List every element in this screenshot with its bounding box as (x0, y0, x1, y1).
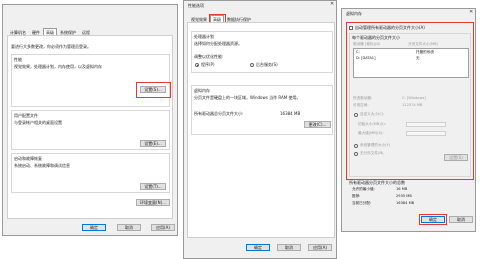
per-drive-group: 每个驱动器的分页文件大小 驱动器 [卷标](D) 分页文件大小(MB) C: 托… (349, 33, 471, 177)
ok-button[interactable]: 确定 (82, 224, 106, 231)
adjust-label: 调整以优化性能: (194, 54, 224, 59)
performance-group: 性能 视觉效果，处理器计划，内存使用，以及虚拟内存 设置(S)... (11, 54, 171, 107)
selected-drive-label: 所选驱动器: (353, 96, 373, 100)
virtual-memory-desc: 分页文件是硬盘上的一块区域，Windows 当作 RAM 使用。 (194, 95, 301, 100)
ok-button[interactable]: 确定 (246, 244, 270, 251)
drive-row-c[interactable]: C: (356, 50, 360, 55)
cancel-button[interactable]: 取消 (449, 216, 473, 223)
startup-recovery-title: 启动和故障恢复 (14, 156, 42, 161)
performance-title: 性能 (14, 57, 22, 62)
custom-size-label: 自定义大小(C): (360, 112, 385, 116)
performance-options-dialog: 性能选项 ✕ 视觉效果 高级 数据执行保护 处理器计划 选择如何分配处理器资源。… (183, 0, 337, 259)
free-space-label: 可用空间: (353, 103, 369, 107)
performance-options-title: 性能选项 (188, 3, 204, 8)
performance-settings-button[interactable]: 设置(S)... (140, 86, 166, 93)
change-button[interactable]: 更改(C)... (304, 121, 331, 128)
min-allowed-value: 16 MB (396, 187, 408, 191)
size-column-header: 分页文件大小(MB) (408, 42, 438, 46)
system-managed-radio[interactable] (354, 144, 358, 148)
totals-title: 所有驱动器分页文件大小的总数 (349, 180, 405, 185)
apply-button[interactable]: 应用(A) (308, 244, 332, 251)
drive-list[interactable]: C: 托管的系统 D: [DATA1] 无 (353, 48, 469, 78)
drive-row-d-size: 无 (416, 56, 420, 60)
user-profiles-group: 用户配置文件 与登录帐户相关的桌面设置 设置(E)... (11, 110, 170, 150)
recommended-value: 2935 MB (396, 194, 412, 198)
drive-row-c-size: 托管的系统 (416, 50, 434, 54)
free-space-value: 112574 MB (402, 103, 423, 107)
apply-button[interactable]: 应用(A) (151, 224, 175, 231)
programs-label: 程序(P) (201, 62, 215, 67)
environment-variables-button[interactable]: 环境变量(N)... (136, 199, 170, 206)
virtual-memory-title: 虚拟内存 (194, 88, 210, 93)
recommended-label: 推荐: (352, 194, 361, 198)
processor-scheduling-group: 处理器计划 选择如何分配处理器资源。 调整以优化性能: 程序(P) 后台服务(S… (191, 31, 333, 73)
advanced-pane: 要进行大多数更改，你必须作为管理员登录。 性能 视觉效果，处理器计划，内存使用，… (7, 35, 173, 219)
initial-size-label: 初始大小(MB)(I): (358, 122, 386, 126)
no-paging-label: 无分页文件(N) (360, 151, 384, 155)
currently-allocated-value: 16384 MB (396, 201, 415, 205)
auto-manage-label: 自动管理所有驱动器的分页文件大小(A) (355, 25, 425, 30)
user-profiles-settings-button[interactable]: 设置(E)... (140, 140, 166, 147)
startup-recovery-desc: 系统启动、系统故障和调试信息 (14, 163, 70, 168)
drive-row-d[interactable]: D: [DATA1] (356, 56, 375, 61)
processor-scheduling-desc: 选择如何分配处理器资源。 (194, 41, 242, 46)
max-size-input[interactable] (406, 131, 446, 136)
admin-note: 要进行大多数更改，你必须作为管理员登录。 (11, 44, 91, 49)
cancel-button[interactable]: 取消 (117, 224, 141, 231)
background-services-label: 后台服务(S) (256, 62, 278, 67)
drive-column-header: 驱动器 [卷标](D) (353, 42, 381, 46)
processor-scheduling-title: 处理器计划 (194, 34, 214, 39)
virtual-memory-dialog-title: 虚拟内存 (346, 11, 362, 16)
selected-drive-value: C: [Windows] (402, 96, 426, 100)
auto-manage-checkbox[interactable] (349, 26, 353, 30)
startup-recovery-group: 启动和故障恢复 系统启动、系统故障和调试信息 设置(T)... (11, 153, 170, 193)
system-managed-label: 系统管理的大小(Y) (360, 143, 391, 147)
performance-desc: 视觉效果，处理器计划，内存使用，以及虚拟内存 (14, 64, 102, 69)
max-size-label: 最大值(MB)(X): (358, 131, 384, 135)
total-paging-label: 所有驱动器总分页文件大小: (194, 111, 244, 116)
performance-advanced-pane: 处理器计划 选择如何分配处理器资源。 调整以优化性能: 程序(P) 后台服务(S… (187, 22, 335, 238)
ok-button[interactable]: 确定 (421, 216, 445, 223)
total-paging-value: 16384 MB (280, 111, 301, 116)
user-profiles-desc: 与登录帐户相关的桌面设置 (14, 120, 62, 125)
initial-size-input[interactable] (406, 122, 446, 127)
close-icon[interactable]: ✕ (469, 10, 473, 15)
background-services-radio[interactable] (250, 63, 254, 67)
close-icon[interactable]: ✕ (330, 2, 334, 7)
min-allowed-label: 允许的最小值: (352, 187, 375, 191)
virtual-memory-dialog: 虚拟内存 ✕ 自动管理所有驱动器的分页文件大小(A) 每个驱动器的分页文件大小 … (341, 8, 476, 232)
virtual-memory-group: 虚拟内存 分页文件是硬盘上的一块区域，Windows 当作 RAM 使用。 所有… (191, 85, 333, 135)
no-paging-radio[interactable] (354, 152, 358, 156)
startup-recovery-settings-button[interactable]: 设置(T)... (140, 183, 166, 190)
cancel-button[interactable]: 取消 (277, 244, 301, 251)
user-profiles-title: 用户配置文件 (14, 113, 38, 118)
per-drive-title: 每个驱动器的分页文件大小 (352, 35, 400, 40)
programs-radio[interactable] (195, 63, 199, 67)
set-button[interactable]: 设置(S) (444, 154, 468, 161)
system-properties-dialog: 计算机名 硬件 高级 系统保护 远程 要进行大多数更改，你必须作为管理员登录。 … (2, 4, 178, 236)
custom-size-radio[interactable] (354, 113, 358, 117)
currently-allocated-label: 当前已分配: (352, 201, 372, 205)
